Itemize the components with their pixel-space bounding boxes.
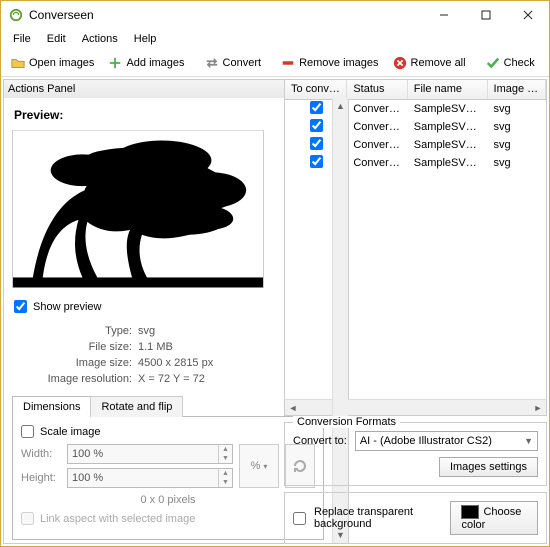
color-swatch <box>461 505 479 519</box>
convert-label: Convert <box>223 57 262 69</box>
remove-images-button[interactable]: Remove images <box>275 53 384 73</box>
row-filename: SampleSVGIma... <box>408 102 488 116</box>
minus-icon <box>281 56 295 70</box>
menu-help[interactable]: Help <box>128 31 163 47</box>
remove-all-button[interactable]: Remove all <box>387 53 472 73</box>
col-status[interactable]: Status <box>347 80 407 99</box>
menubar: File Edit Actions Help <box>1 29 549 49</box>
image-info: Type: svg File size: 1.1 MB Image size: 450… <box>22 323 314 387</box>
info-res-key: Image resolution: <box>22 373 132 385</box>
width-spinbox[interactable]: ▲▼ <box>67 444 233 464</box>
folder-icon <box>11 56 25 70</box>
check-button[interactable]: Check <box>480 53 541 73</box>
remove-all-icon <box>393 56 407 70</box>
replace-bg-checkbox[interactable] <box>293 512 306 525</box>
menu-edit[interactable]: Edit <box>41 31 72 47</box>
images-settings-button[interactable]: Images settings <box>439 457 538 477</box>
info-size-key: File size: <box>22 341 132 353</box>
link-aspect-label: Link aspect with selected image <box>40 513 195 525</box>
app-window: Converseen File Edit Actions Help Open i… <box>0 0 550 547</box>
info-type-val: svg <box>138 325 155 337</box>
height-label: Height: <box>21 472 61 484</box>
check-all-button[interactable]: Check all <box>543 53 550 73</box>
preview-label: Preview: <box>12 104 324 130</box>
scroll-right-icon[interactable]: ► <box>530 403 546 413</box>
info-imgsize-val: 4500 x 2815 px <box>138 357 213 369</box>
pixel-size-label: 0 x 0 pixels <box>21 492 315 512</box>
row-filename: SampleSVGIma... <box>408 138 488 152</box>
convert-to-label: Convert to: <box>293 435 347 447</box>
height-spinbox[interactable]: ▲▼ <box>67 468 233 488</box>
spin-down-icon[interactable]: ▼ <box>219 478 232 487</box>
info-type-key: Type: <box>22 325 132 337</box>
convert-to-value: AI - (Adobe Illustrator CS2) <box>360 435 492 447</box>
row-type: svg <box>488 138 546 152</box>
close-button[interactable] <box>507 1 549 29</box>
open-images-button[interactable]: Open images <box>5 53 100 73</box>
tabs: Dimensions Rotate and flip <box>12 395 324 417</box>
preview-image <box>12 130 264 288</box>
background-group: Replace transparent background Choose co… <box>284 492 547 544</box>
titlebar: Converseen <box>1 1 549 29</box>
scale-image-checkbox[interactable] <box>21 425 34 438</box>
plus-icon <box>108 56 122 70</box>
width-input[interactable] <box>68 445 218 463</box>
toolbar: Open images Add images Convert Remove im… <box>1 49 549 77</box>
link-aspect-checkbox <box>21 512 34 525</box>
conversion-formats-title: Conversion Formats <box>293 416 400 428</box>
actions-panel-title: Actions Panel <box>8 83 75 95</box>
window-title: Converseen <box>29 8 423 22</box>
show-preview-checkbox[interactable] <box>14 300 27 313</box>
menu-file[interactable]: File <box>7 31 37 47</box>
check-label: Check <box>504 57 535 69</box>
unit-select[interactable]: % ▾ <box>239 444 279 488</box>
row-filename: SampleSVGIma... <box>408 156 488 170</box>
replace-bg-label: Replace transparent background <box>314 506 434 530</box>
tab-rotate-flip[interactable]: Rotate and flip <box>90 396 183 417</box>
remove-all-label: Remove all <box>411 57 466 69</box>
minimize-button[interactable] <box>423 1 465 29</box>
convert-to-select[interactable]: AI - (Adobe Illustrator CS2) ▼ <box>355 431 538 451</box>
add-images-button[interactable]: Add images <box>102 53 190 73</box>
row-type: svg <box>488 156 546 170</box>
convert-button[interactable]: Convert <box>199 53 268 73</box>
info-size-val: 1.1 MB <box>138 341 173 353</box>
scroll-up-icon[interactable]: ▲ <box>333 98 348 114</box>
chevron-down-icon: ▼ <box>524 436 533 446</box>
row-status: Converted <box>347 102 407 116</box>
choose-color-button[interactable]: Choose color <box>450 501 538 535</box>
col-image-type[interactable]: Image type <box>488 80 546 99</box>
height-input[interactable] <box>68 469 218 487</box>
col-file-name[interactable]: File name <box>408 80 488 99</box>
check-icon <box>486 56 500 70</box>
row-type: svg <box>488 102 546 116</box>
row-filename: SampleSVGIma... <box>408 120 488 134</box>
add-images-label: Add images <box>126 57 184 69</box>
menu-actions[interactable]: Actions <box>76 31 124 47</box>
convert-icon <box>205 56 219 70</box>
scale-image-label: Scale image <box>40 426 101 438</box>
show-preview-label: Show preview <box>33 301 101 313</box>
maximize-button[interactable] <box>465 1 507 29</box>
tab-dimensions[interactable]: Dimensions <box>12 396 91 417</box>
info-imgsize-key: Image size: <box>22 357 132 369</box>
spin-down-icon[interactable]: ▼ <box>219 454 232 463</box>
open-images-label: Open images <box>29 57 94 69</box>
dimensions-pane: Scale image Width: ▲▼ <box>12 417 324 540</box>
width-label: Width: <box>21 448 61 460</box>
row-type: svg <box>488 120 546 134</box>
col-to-convert[interactable]: To convert <box>285 80 347 99</box>
row-status: Converted <box>347 156 407 170</box>
app-icon <box>9 8 23 22</box>
info-res-val: X = 72 Y = 72 <box>138 373 205 385</box>
row-status: Converted <box>347 138 407 152</box>
spin-up-icon[interactable]: ▲ <box>219 469 232 478</box>
spin-up-icon[interactable]: ▲ <box>219 445 232 454</box>
row-status: Converted <box>347 120 407 134</box>
conversion-formats-group: Conversion Formats Convert to: AI - (Ado… <box>284 422 547 486</box>
remove-images-label: Remove images <box>299 57 378 69</box>
